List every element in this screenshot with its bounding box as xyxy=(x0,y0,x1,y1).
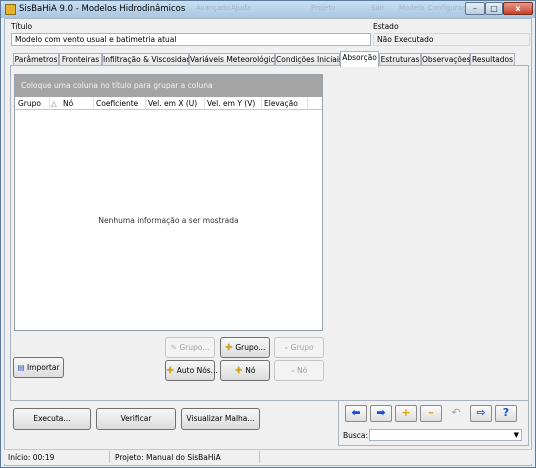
back-arrow-icon[interactable]: ⬅ xyxy=(345,405,367,422)
column-header-coeficiente[interactable]: Coeficiente xyxy=(96,99,138,108)
add-icon: + xyxy=(224,342,233,353)
sort-indicator-icon: △ xyxy=(51,99,57,108)
search-label: Busca: xyxy=(343,431,369,440)
project-status: Projeto: Manual do SisBaHiA xyxy=(115,453,221,462)
forward-arrow-icon[interactable]: ➡ xyxy=(370,405,392,422)
export-icon[interactable]: ⇨ xyxy=(470,405,492,422)
add-icon: + xyxy=(166,365,175,376)
verify-button[interactable]: Verificar xyxy=(96,408,176,430)
remove-icon: – xyxy=(284,343,289,352)
remove-node-button[interactable]: – Nó xyxy=(274,360,324,381)
start-time-status: Início: 00:19 xyxy=(8,453,55,462)
auto-nodes-label: Auto Nós... xyxy=(176,366,218,375)
import-label: Importar xyxy=(26,363,60,372)
faded-menu-item: Projeto xyxy=(311,4,336,12)
help-icon[interactable]: ? xyxy=(495,405,517,422)
edit-group-label: Grupo... xyxy=(179,343,210,352)
title-label: Título xyxy=(11,22,33,31)
column-separator xyxy=(145,97,146,110)
faded-menu-item: Ajuda xyxy=(231,4,251,12)
minimize-button[interactable]: – xyxy=(465,2,485,15)
remove-icon: – xyxy=(290,366,295,375)
column-separator xyxy=(49,97,50,110)
remove-icon[interactable]: – xyxy=(420,405,442,422)
import-button[interactable]: ▤ Importar xyxy=(13,357,64,378)
chevron-down-icon[interactable]: ▼ xyxy=(514,431,519,439)
title-bar: SisBaHiA 9.0 - Modelos Hidrodinâmicos Av… xyxy=(1,1,535,18)
maximize-button[interactable]: □ xyxy=(485,2,503,15)
faded-menu-item: Sair xyxy=(371,4,385,12)
add-icon: + xyxy=(234,365,243,376)
column-separator xyxy=(93,97,94,110)
status-bar: Início: 00:19 Projeto: Manual do SisBaHi… xyxy=(4,449,532,464)
add-node-label: Nó xyxy=(245,366,256,375)
faded-menu-item: Avançado xyxy=(196,4,231,12)
execute-button[interactable]: Executa... xyxy=(13,408,91,430)
navigation-toolbar: ⬅ ➡ + – ↶ ⇨ ? Busca: ▼ xyxy=(338,400,529,446)
absorption-grid[interactable]: Coloque uma coluna no título para grupar… xyxy=(14,74,323,331)
remove-group-label: Grupo xyxy=(290,343,314,352)
status-separator xyxy=(259,451,260,463)
pencil-icon: ✎ xyxy=(170,343,177,352)
status-separator xyxy=(109,451,110,463)
column-header-vel-y[interactable]: Vel. em Y (V) xyxy=(207,99,255,108)
app-icon xyxy=(5,4,16,15)
add-node-button[interactable]: + Nó xyxy=(220,360,270,381)
column-header-no[interactable]: Nó xyxy=(63,99,73,108)
add-group-button[interactable]: + Grupo... xyxy=(220,337,270,358)
empty-grid-message: Nenhuma informação a ser mostrada xyxy=(98,216,239,225)
state-label: Estado xyxy=(373,22,399,31)
column-header-elevacao[interactable]: Elevação xyxy=(264,99,298,108)
group-by-panel[interactable]: Coloque uma coluna no título para grupar… xyxy=(15,75,322,97)
title-field[interactable]: Modelo com vento usual e batimetria atua… xyxy=(11,33,371,46)
state-field: Não Executado xyxy=(373,33,530,46)
search-combo[interactable]: ▼ xyxy=(369,429,522,441)
close-button[interactable]: x xyxy=(503,2,533,15)
tab-absorcao[interactable]: Absorção xyxy=(340,51,379,67)
column-separator xyxy=(204,97,205,110)
column-header-grupo[interactable]: Grupo xyxy=(18,99,41,108)
grid-header: Grupo △ Nó Coeficiente Vel. em X (U) Vel… xyxy=(15,97,322,110)
faded-menu-item: Modelo xyxy=(399,4,425,12)
column-separator xyxy=(307,97,308,110)
window-title: SisBaHiA 9.0 - Modelos Hidrodinâmicos xyxy=(19,4,186,14)
edit-group-button[interactable]: ✎ Grupo... xyxy=(165,337,215,358)
add-group-label: Grupo... xyxy=(235,343,266,352)
add-icon[interactable]: + xyxy=(395,405,417,422)
main-window: SisBaHiA 9.0 - Modelos Hidrodinâmicos Av… xyxy=(0,0,536,468)
remove-group-button[interactable]: – Grupo xyxy=(274,337,324,358)
undo-icon[interactable]: ↶ xyxy=(445,405,467,422)
column-header-vel-x[interactable]: Vel. em X (U) xyxy=(148,99,197,108)
column-separator xyxy=(261,97,262,110)
view-mesh-button[interactable]: Visualizar Malha... xyxy=(181,408,260,430)
remove-node-label: Nó xyxy=(296,366,308,375)
import-icon: ▤ xyxy=(17,363,25,372)
auto-nodes-button[interactable]: + Auto Nós... xyxy=(165,360,218,381)
